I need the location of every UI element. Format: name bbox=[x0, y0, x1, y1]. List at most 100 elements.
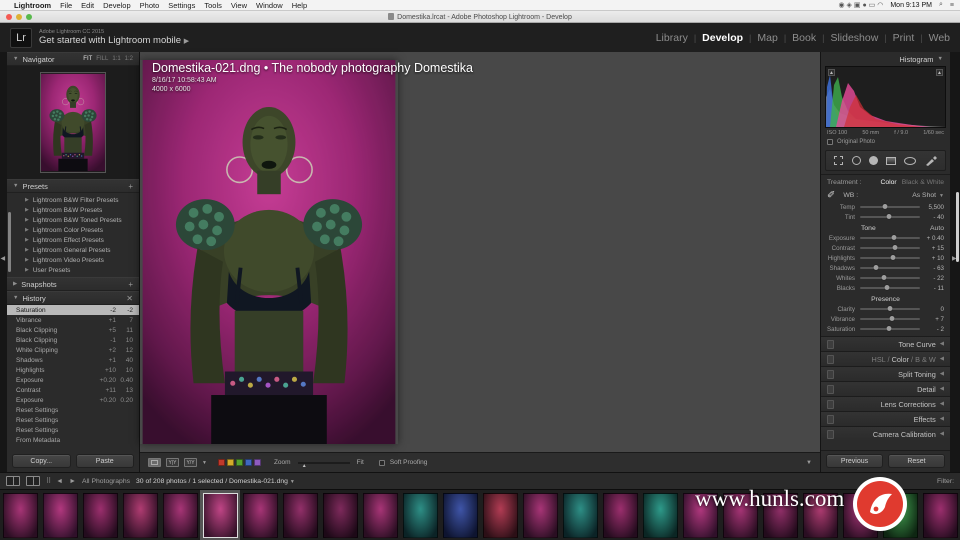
right-panel-collapse-strip[interactable]: ▶ bbox=[950, 52, 960, 472]
second-window-icon[interactable] bbox=[26, 476, 40, 486]
history-item[interactable]: Black Clipping -1 10 bbox=[7, 335, 139, 345]
copy-button[interactable]: Copy... bbox=[12, 454, 71, 468]
notification-center-icon[interactable]: ≡ bbox=[950, 2, 954, 9]
lightroom-sync-icon[interactable]: ◈ bbox=[847, 2, 852, 9]
slider-track[interactable] bbox=[860, 265, 920, 270]
panel-toggle-switch[interactable] bbox=[827, 384, 834, 394]
color-label-swatch-2[interactable] bbox=[235, 459, 243, 466]
color-label-swatch-4[interactable] bbox=[253, 459, 261, 466]
filmstrip-thumbnail[interactable] bbox=[280, 490, 320, 540]
menu-file[interactable]: File bbox=[60, 1, 72, 10]
history-item[interactable]: Shadows +1 40 bbox=[7, 355, 139, 365]
section-detail[interactable]: Detail ◀ bbox=[821, 381, 950, 396]
nav-zoom-fill[interactable]: FILL bbox=[96, 56, 108, 62]
grid-view-icon[interactable]: ⠿ bbox=[46, 477, 51, 485]
mobile-promo-link[interactable]: Get started with Lightroom mobile ▶ bbox=[39, 35, 189, 46]
menu-view[interactable]: View bbox=[231, 1, 247, 10]
slider-knob[interactable] bbox=[886, 214, 892, 219]
create-snapshot-icon[interactable]: + bbox=[128, 280, 133, 289]
slider-knob[interactable] bbox=[882, 204, 888, 209]
auto-tone-button[interactable]: Auto bbox=[930, 225, 944, 232]
module-book[interactable]: Book bbox=[792, 32, 816, 44]
filmstrip-thumbnail[interactable] bbox=[80, 490, 120, 540]
module-library[interactable]: Library bbox=[656, 32, 688, 44]
main-photo[interactable] bbox=[140, 60, 398, 444]
main-window-icon[interactable] bbox=[6, 476, 20, 486]
view-mode-dropdown-icon[interactable]: ▼ bbox=[202, 460, 207, 466]
right-panel-scrollbar[interactable] bbox=[956, 192, 959, 262]
wb-dropdown-icon[interactable]: ▼ bbox=[939, 193, 944, 199]
history-item[interactable]: Black Clipping +5 11 bbox=[7, 325, 139, 335]
panel-toggle-switch[interactable] bbox=[827, 414, 834, 424]
slider-knob[interactable] bbox=[889, 316, 895, 321]
filmstrip-thumbnail[interactable] bbox=[520, 490, 560, 540]
slider-track[interactable] bbox=[860, 245, 920, 250]
slider-track[interactable] bbox=[860, 316, 920, 321]
wb-value-dropdown[interactable]: As Shot bbox=[912, 192, 936, 199]
spotlight-icon[interactable]: ⌕ bbox=[939, 1, 943, 9]
shadow-clipping-icon[interactable]: ▲ bbox=[828, 69, 835, 76]
slider-track[interactable] bbox=[860, 275, 920, 280]
crop-overlay-icon[interactable] bbox=[834, 156, 844, 165]
history-item[interactable]: Highlights +10 10 bbox=[7, 365, 139, 375]
before-after-top-bottom-icon[interactable]: Y/Y bbox=[184, 458, 197, 467]
filmstrip-thumbnail[interactable] bbox=[560, 490, 600, 540]
spot-removal-icon[interactable] bbox=[851, 156, 861, 165]
slider-track[interactable] bbox=[860, 204, 920, 209]
section-camera-calibration[interactable]: Camera Calibration ◀ bbox=[821, 426, 950, 441]
filmstrip-thumbnail[interactable] bbox=[240, 490, 280, 540]
section-hsl-color-b-w[interactable]: HSL / Color / B & W ◀ bbox=[821, 351, 950, 366]
nav-zoom-fit[interactable]: FIT bbox=[83, 56, 92, 62]
filmstrip-thumbnail[interactable] bbox=[440, 490, 480, 540]
menu-tools[interactable]: Tools bbox=[204, 1, 222, 10]
section-effects[interactable]: Effects ◀ bbox=[821, 411, 950, 426]
filmstrip-thumbnail[interactable] bbox=[160, 490, 200, 540]
histogram-header[interactable]: Histogram ▼ bbox=[821, 52, 950, 66]
history-item[interactable]: White Clipping +2 12 bbox=[7, 345, 139, 355]
panel-toggle-switch[interactable] bbox=[827, 399, 834, 409]
history-item[interactable]: Reset Settings bbox=[7, 405, 139, 415]
filmstrip-thumbnail[interactable] bbox=[400, 490, 440, 540]
graduated-filter-icon[interactable] bbox=[886, 156, 897, 165]
slider-knob[interactable] bbox=[891, 235, 897, 240]
module-print[interactable]: Print bbox=[893, 32, 915, 44]
navigator-header[interactable]: ▼ Navigator FIT FILL 1:1 1:2 bbox=[7, 52, 139, 66]
nav-zoom-1:1[interactable]: 1:1 bbox=[112, 56, 120, 62]
color-label-swatch-1[interactable] bbox=[226, 459, 234, 466]
wifi-icon[interactable]: ◠ bbox=[877, 2, 883, 9]
section-split-toning[interactable]: Split Toning ◀ bbox=[821, 366, 950, 381]
module-map[interactable]: Map bbox=[757, 32, 777, 44]
go-forward-icon[interactable]: ► bbox=[69, 478, 76, 485]
menu-settings[interactable]: Settings bbox=[168, 1, 195, 10]
filmstrip-thumbnail[interactable] bbox=[360, 490, 400, 540]
snapshots-header[interactable]: ▶ Snapshots + bbox=[7, 277, 139, 291]
filmstrip-thumbnail[interactable] bbox=[600, 490, 640, 540]
module-web[interactable]: Web bbox=[929, 32, 950, 44]
history-item[interactable]: From Metadata bbox=[7, 435, 139, 445]
preset-item[interactable]: ▶ Lightroom B&W Presets bbox=[7, 205, 139, 215]
filmstrip-thumbnail[interactable] bbox=[120, 490, 160, 540]
slider-knob[interactable] bbox=[884, 285, 890, 290]
soft-proofing-checkbox[interactable] bbox=[378, 459, 385, 466]
filmstrip-thumbnail[interactable] bbox=[320, 490, 360, 540]
source-label[interactable]: All Photographs bbox=[82, 478, 130, 485]
battery-icon[interactable]: ▭ bbox=[869, 2, 876, 9]
history-item[interactable]: Reset Settings bbox=[7, 415, 139, 425]
color-label-swatch-3[interactable] bbox=[244, 459, 252, 466]
menu-develop[interactable]: Develop bbox=[103, 1, 131, 10]
panel-toggle-switch[interactable] bbox=[827, 369, 834, 379]
highlight-clipping-icon[interactable]: ▲ bbox=[936, 69, 943, 76]
filmstrip-status[interactable]: 30 of 208 photos / 1 selected / Domestik… bbox=[136, 478, 295, 485]
filmstrip-thumbnail[interactable] bbox=[920, 490, 960, 540]
slider-knob[interactable] bbox=[887, 306, 893, 311]
slider-track[interactable] bbox=[860, 255, 920, 260]
before-after-left-right-icon[interactable]: Y|Y bbox=[166, 458, 179, 467]
slider-knob[interactable] bbox=[873, 265, 879, 270]
navigator-preview[interactable] bbox=[7, 66, 139, 179]
wb-eyedropper-icon[interactable]: ✐ bbox=[827, 190, 835, 201]
zoom-fit-label[interactable]: Fit bbox=[357, 459, 364, 466]
zoom-slider-knob[interactable]: ▲ bbox=[302, 463, 307, 468]
filmstrip-thumbnail[interactable] bbox=[40, 490, 80, 540]
toolbar-options-icon[interactable]: ▼ bbox=[806, 460, 812, 466]
color-label-swatch-0[interactable] bbox=[217, 459, 225, 466]
